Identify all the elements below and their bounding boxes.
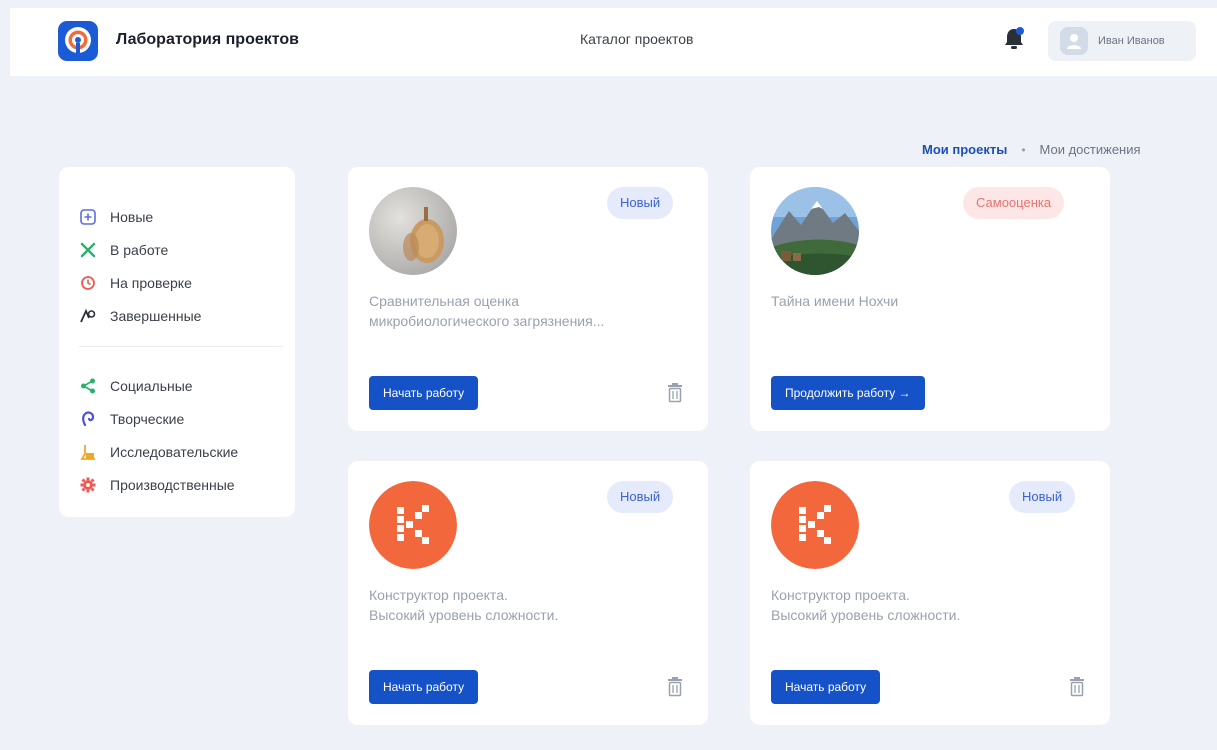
description-line: Высокий уровень сложности. — [771, 607, 961, 623]
description-line: Конструктор проекта. — [771, 587, 910, 603]
continue-work-button[interactable]: Продолжить работу → — [771, 376, 925, 410]
status-badge: Новый — [1009, 481, 1076, 513]
start-work-button[interactable]: Начать работу — [369, 376, 479, 410]
project-description: Тайна имени Нохчи — [771, 291, 1091, 311]
project-card[interactable]: Новый Сравнительная оценка микробиологич… — [348, 167, 708, 431]
profile-tabs: Мои проекты • Мои достижения — [922, 142, 1141, 157]
catalog-link[interactable]: Каталог проектов — [580, 31, 693, 47]
sidebar-item-research[interactable]: Исследовательские — [79, 435, 295, 468]
app-header: Лаборатория проектов Каталог проектов Ив… — [10, 8, 1217, 76]
project-description: Конструктор проекта. Высокий уровень сло… — [369, 585, 689, 625]
sidebar-item-finished[interactable]: Завершенные — [79, 299, 295, 332]
sidebar-item-production[interactable]: Производственные — [79, 468, 295, 501]
project-card[interactable]: Новый Конструктор проекта. Высокий урове… — [750, 461, 1110, 725]
button-label: Продолжить работу — [785, 386, 896, 400]
sidebar-item-label: Производственные — [110, 476, 235, 493]
start-work-button[interactable]: Начать работу — [771, 670, 881, 704]
project-description: Сравнительная оценка микробиологического… — [369, 291, 689, 331]
user-menu[interactable]: Иван Иванов — [1048, 21, 1196, 61]
avatar-icon — [1060, 27, 1088, 55]
logo-icon[interactable] — [58, 21, 98, 61]
sidebar-filters: Новые В работе На проверке Завершенные С… — [59, 167, 295, 517]
flask-icon — [79, 443, 97, 461]
brand-title[interactable]: Лаборатория проектов — [116, 31, 299, 49]
in-work-icon — [79, 241, 97, 259]
arrow-right-icon: → — [898, 386, 911, 400]
sidebar-item-in-work[interactable]: В работе — [79, 233, 295, 266]
new-icon — [79, 208, 97, 226]
start-work-button[interactable]: Начать работу — [369, 670, 479, 704]
description-line: Сравнительная оценка — [369, 293, 520, 309]
sidebar-item-label: Завершенные — [110, 307, 202, 324]
sidebar-item-new[interactable]: Новые — [79, 200, 295, 233]
description-line: Тайна имени Нохчи — [771, 293, 899, 309]
sidebar-item-label: В работе — [110, 241, 169, 258]
gear-icon — [79, 476, 97, 494]
sidebar-item-label: Исследовательские — [110, 443, 239, 460]
sidebar-item-label: Социальные — [110, 377, 193, 394]
trash-icon[interactable] — [667, 677, 683, 697]
description-line: Конструктор проекта. — [369, 587, 508, 603]
sidebar-item-label: Творческие — [110, 410, 185, 427]
sidebar-item-creative[interactable]: Творческие — [79, 402, 295, 435]
tab-my-projects[interactable]: Мои проекты — [922, 142, 1007, 157]
constructor-logo-icon — [771, 481, 859, 569]
tab-my-achievements[interactable]: Мои достижения — [1040, 142, 1141, 157]
status-badge: Новый — [607, 481, 674, 513]
project-card[interactable]: Самооценка Тайна имени Нохчи Продолжить … — [750, 167, 1110, 431]
project-image — [369, 187, 457, 275]
user-name: Иван Иванов — [1098, 35, 1165, 47]
description-line: микробиологического загрязнения... — [369, 313, 605, 329]
description-line: Высокий уровень сложности. — [369, 607, 559, 623]
project-card[interactable]: Новый Конструктор проекта. Высокий урове… — [348, 461, 708, 725]
trash-icon[interactable] — [1069, 677, 1085, 697]
status-badge: Новый — [607, 187, 674, 219]
share-icon — [79, 377, 97, 395]
sidebar-divider — [79, 346, 283, 347]
status-badge: Самооценка — [963, 187, 1065, 219]
sidebar-item-social[interactable]: Социальные — [79, 369, 295, 402]
creative-icon — [79, 410, 97, 428]
sidebar-item-label: Новые — [110, 208, 154, 225]
tab-separator: • — [1021, 142, 1026, 157]
sidebar-item-review[interactable]: На проверке — [79, 266, 295, 299]
constructor-logo-icon — [369, 481, 457, 569]
finished-icon — [79, 307, 97, 325]
sidebar-item-label: На проверке — [110, 274, 192, 291]
project-image — [771, 187, 859, 275]
bell-icon[interactable] — [1002, 26, 1026, 52]
project-description: Конструктор проекта. Высокий уровень сло… — [771, 585, 1091, 625]
trash-icon[interactable] — [667, 383, 683, 403]
review-icon — [79, 274, 97, 292]
